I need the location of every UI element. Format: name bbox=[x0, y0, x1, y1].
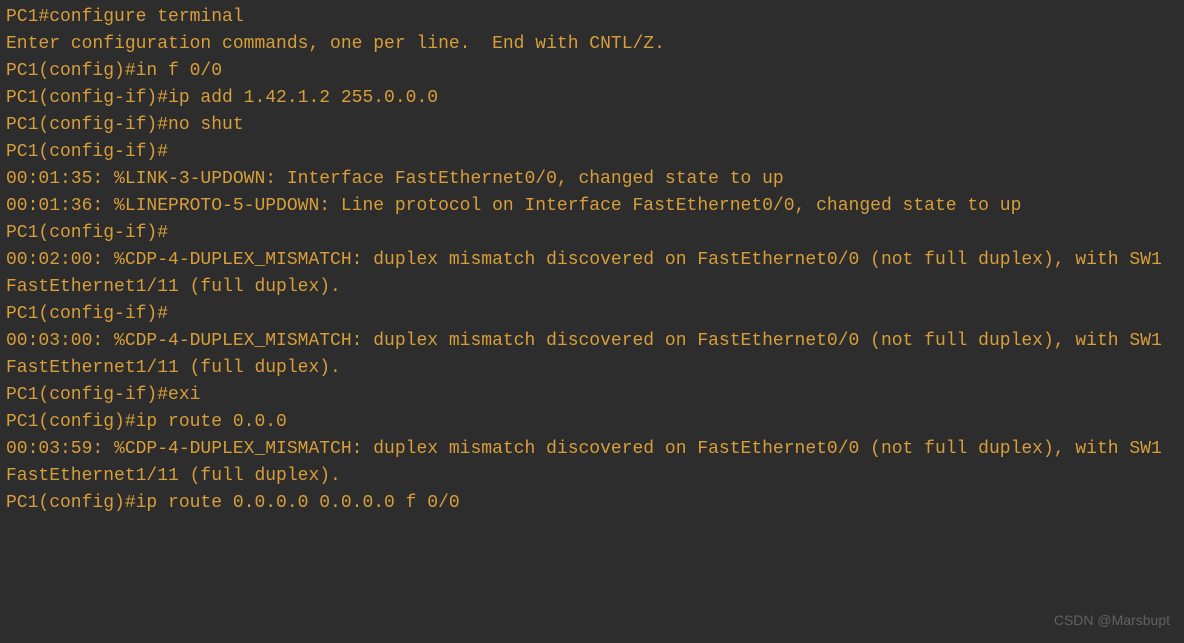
terminal-line: PC1(config-if)#exi bbox=[6, 382, 1178, 409]
terminal-line: 00:03:59: %CDP-4-DUPLEX_MISMATCH: duplex… bbox=[6, 436, 1178, 490]
terminal-line: 00:03:00: %CDP-4-DUPLEX_MISMATCH: duplex… bbox=[6, 328, 1178, 382]
terminal-line: PC1(config)#ip route 0.0.0.0 0.0.0.0 f 0… bbox=[6, 490, 1178, 517]
terminal-line: PC1(config-if)# bbox=[6, 220, 1178, 247]
terminal-line: Enter configuration commands, one per li… bbox=[6, 31, 1178, 58]
terminal-line: 00:01:36: %LINEPROTO-5-UPDOWN: Line prot… bbox=[6, 193, 1178, 220]
terminal-line: PC1#configure terminal bbox=[6, 4, 1178, 31]
terminal-line: PC1(config-if)# bbox=[6, 301, 1178, 328]
terminal-line: 00:01:35: %LINK-3-UPDOWN: Interface Fast… bbox=[6, 166, 1178, 193]
terminal-line: PC1(config-if)#no shut bbox=[6, 112, 1178, 139]
terminal-output[interactable]: PC1#configure terminal Enter configurati… bbox=[6, 4, 1178, 517]
terminal-line: PC1(config-if)# bbox=[6, 139, 1178, 166]
terminal-line: PC1(config-if)#ip add 1.42.1.2 255.0.0.0 bbox=[6, 85, 1178, 112]
terminal-line: PC1(config)#in f 0/0 bbox=[6, 58, 1178, 85]
watermark-text: CSDN @Marsbupt bbox=[1054, 610, 1170, 631]
terminal-line: PC1(config)#ip route 0.0.0 bbox=[6, 409, 1178, 436]
terminal-line: 00:02:00: %CDP-4-DUPLEX_MISMATCH: duplex… bbox=[6, 247, 1178, 301]
